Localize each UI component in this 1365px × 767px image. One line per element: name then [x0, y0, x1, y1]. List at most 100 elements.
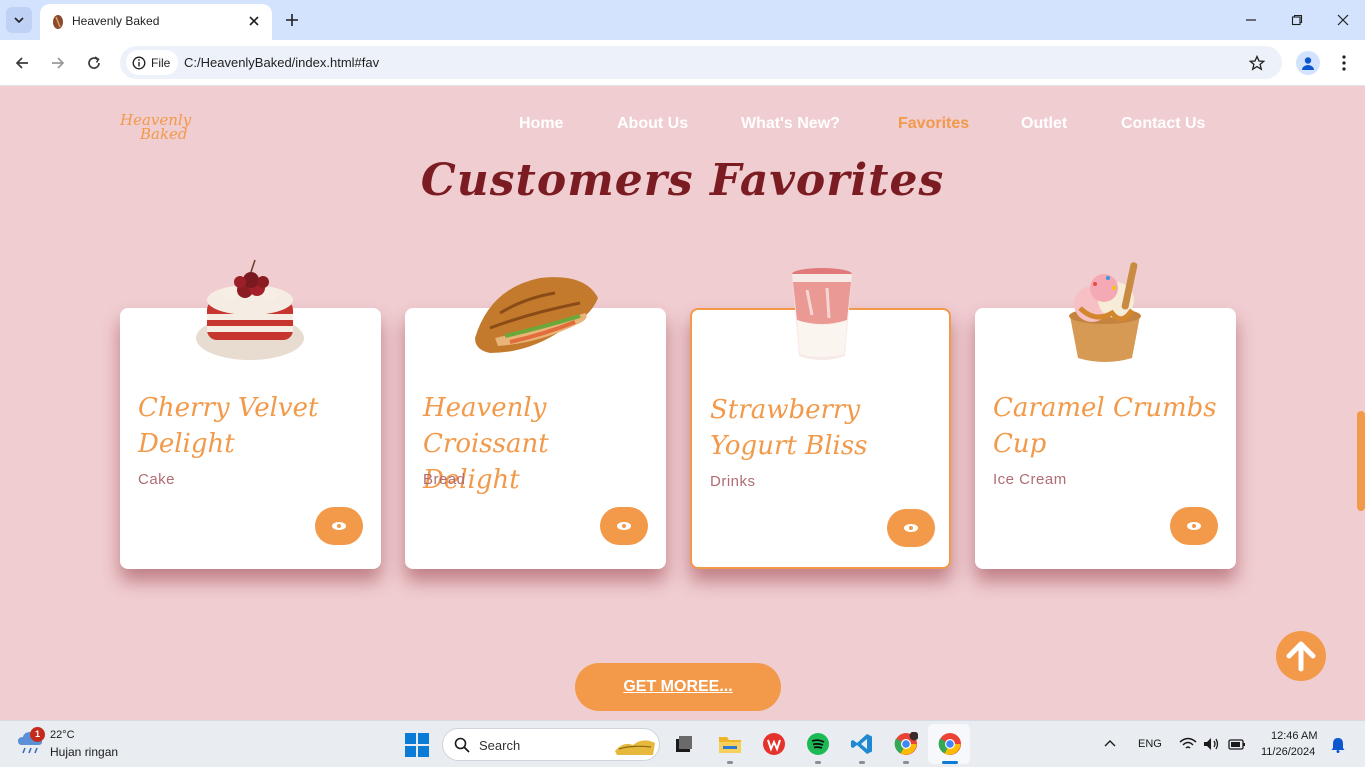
arrow-right-icon: [52, 57, 65, 69]
tray-overflow-button[interactable]: [1098, 733, 1122, 755]
running-indicator: [815, 761, 821, 764]
chevron-up-icon: [1104, 740, 1116, 747]
view-button[interactable]: [1170, 507, 1218, 545]
nav-contact-us[interactable]: Contact Us: [1121, 115, 1205, 133]
card-category: Cake: [138, 471, 176, 488]
nav-whats-new[interactable]: What's New?: [741, 115, 840, 133]
weather-description: Hujan ringan: [50, 745, 119, 759]
spotify-icon[interactable]: [805, 731, 831, 757]
site-chip-label: File: [151, 55, 171, 70]
battery-icon[interactable]: [1228, 737, 1246, 751]
address-bar[interactable]: File C:/HeavenlyBaked/index.html#fav: [120, 46, 1282, 79]
tab-close-button[interactable]: [245, 12, 263, 30]
arrow-up-icon: [1286, 641, 1316, 672]
search-highlight-icon: [615, 740, 655, 755]
tab-title: Heavenly Baked: [72, 14, 160, 28]
running-indicator: [903, 761, 909, 764]
close-icon: [1337, 14, 1349, 26]
star-icon: [1249, 55, 1265, 71]
browser-toolbar: File C:/HeavenlyBaked/index.html#fav: [0, 40, 1365, 86]
browser-tab[interactable]: Heavenly Baked: [40, 4, 272, 40]
cake-image: [196, 259, 304, 360]
plus-icon: [286, 14, 298, 26]
card-title: Caramel Crumbs Cup: [993, 393, 1217, 459]
info-icon: [132, 56, 146, 69]
chrome-icon[interactable]: [937, 731, 963, 757]
vscode-icon[interactable]: [849, 731, 875, 757]
search-label: Search: [479, 738, 521, 753]
nav-outlet[interactable]: Outlet: [1021, 115, 1067, 133]
url-text: C:/HeavenlyBaked/index.html#fav: [184, 55, 380, 70]
nav-favorites[interactable]: Favorites: [898, 115, 969, 133]
card-title: Strawberry Yogurt Bliss: [710, 395, 868, 461]
volume-icon[interactable]: [1203, 737, 1221, 751]
chevron-down-icon: [14, 17, 24, 24]
product-card[interactable]: Cherry Velvet Delight Cake: [120, 259, 381, 569]
get-more-button[interactable]: GET MOREE...: [575, 663, 781, 711]
weather-badge: 1: [30, 727, 45, 742]
product-card[interactable]: Heavenly Croissant Delight Bread: [405, 277, 666, 569]
taskbar-search[interactable]: Search: [442, 728, 660, 761]
arrow-left-icon: [15, 57, 28, 69]
notification-bell-icon[interactable]: [1331, 737, 1345, 753]
tab-search-button[interactable]: [6, 7, 32, 33]
windows-start-icon[interactable]: [405, 733, 429, 757]
eye-icon: [332, 522, 346, 530]
croissant-image: [475, 277, 598, 353]
reload-button[interactable]: [82, 51, 106, 75]
card-category: Ice Cream: [993, 471, 1067, 488]
reload-icon: [88, 56, 100, 69]
file-explorer-icon[interactable]: [717, 731, 743, 757]
page-scrollbar[interactable]: [1357, 411, 1365, 511]
clock-time[interactable]: 12:46 AM: [1271, 730, 1317, 742]
more-vertical-icon: [1342, 55, 1346, 71]
scroll-to-top-button[interactable]: [1276, 631, 1326, 681]
eye-icon: [1187, 522, 1201, 530]
weather-temperature: 22°C: [50, 729, 75, 741]
product-card[interactable]: Caramel Crumbs Cup Ice Cream: [975, 262, 1236, 569]
taskbar: 1 22°C Hujan ringan Search ENG 12:46 AM …: [0, 720, 1365, 767]
bookmark-button[interactable]: [1246, 52, 1268, 74]
close-icon: [249, 16, 259, 26]
back-button[interactable]: [10, 51, 34, 75]
page-viewport: Heavenly Baked Home About Us What's New?…: [0, 87, 1365, 720]
card-category: Drinks: [710, 473, 756, 490]
running-indicator: [727, 761, 733, 764]
tab-strip: Heavenly Baked: [0, 0, 1365, 40]
bread-favicon-icon: [53, 15, 63, 29]
language-indicator[interactable]: ENG: [1138, 738, 1162, 750]
eye-icon: [617, 522, 631, 530]
eye-icon: [904, 524, 918, 532]
section-heading: Customers Favorites: [420, 155, 945, 206]
search-icon: [454, 737, 470, 753]
minimize-icon: [1246, 19, 1256, 21]
drink-image: [792, 268, 852, 360]
profile-button[interactable]: [1296, 51, 1320, 75]
close-window-button[interactable]: [1332, 9, 1354, 31]
restore-button[interactable]: [1286, 9, 1308, 31]
new-tab-button[interactable]: [282, 10, 302, 30]
chrome-profile-icon[interactable]: [893, 731, 919, 757]
ice-cream-image: [1069, 262, 1141, 362]
site-info-chip[interactable]: File: [126, 50, 179, 75]
card-category: Bread: [423, 471, 466, 488]
wps-office-icon[interactable]: [761, 731, 787, 757]
clock-date[interactable]: 11/26/2024: [1261, 746, 1315, 758]
view-button[interactable]: [315, 507, 363, 545]
nav-about-us[interactable]: About Us: [617, 115, 688, 133]
forward-button[interactable]: [46, 51, 70, 75]
main-nav: Home About Us What's New? Favorites Outl…: [0, 115, 1365, 139]
minimize-button[interactable]: [1240, 9, 1262, 31]
nav-home[interactable]: Home: [519, 115, 563, 133]
card-title: Cherry Velvet Delight: [138, 393, 319, 459]
view-button[interactable]: [600, 507, 648, 545]
task-view-icon[interactable]: [671, 731, 697, 757]
product-card[interactable]: Strawberry Yogurt Bliss Drinks: [690, 268, 951, 569]
user-icon: [1302, 57, 1314, 70]
restore-icon: [1291, 14, 1303, 26]
active-indicator: [942, 761, 958, 764]
browser-menu-button[interactable]: [1334, 51, 1354, 75]
wifi-icon[interactable]: [1179, 737, 1197, 751]
view-button[interactable]: [887, 509, 935, 547]
running-indicator: [859, 761, 865, 764]
